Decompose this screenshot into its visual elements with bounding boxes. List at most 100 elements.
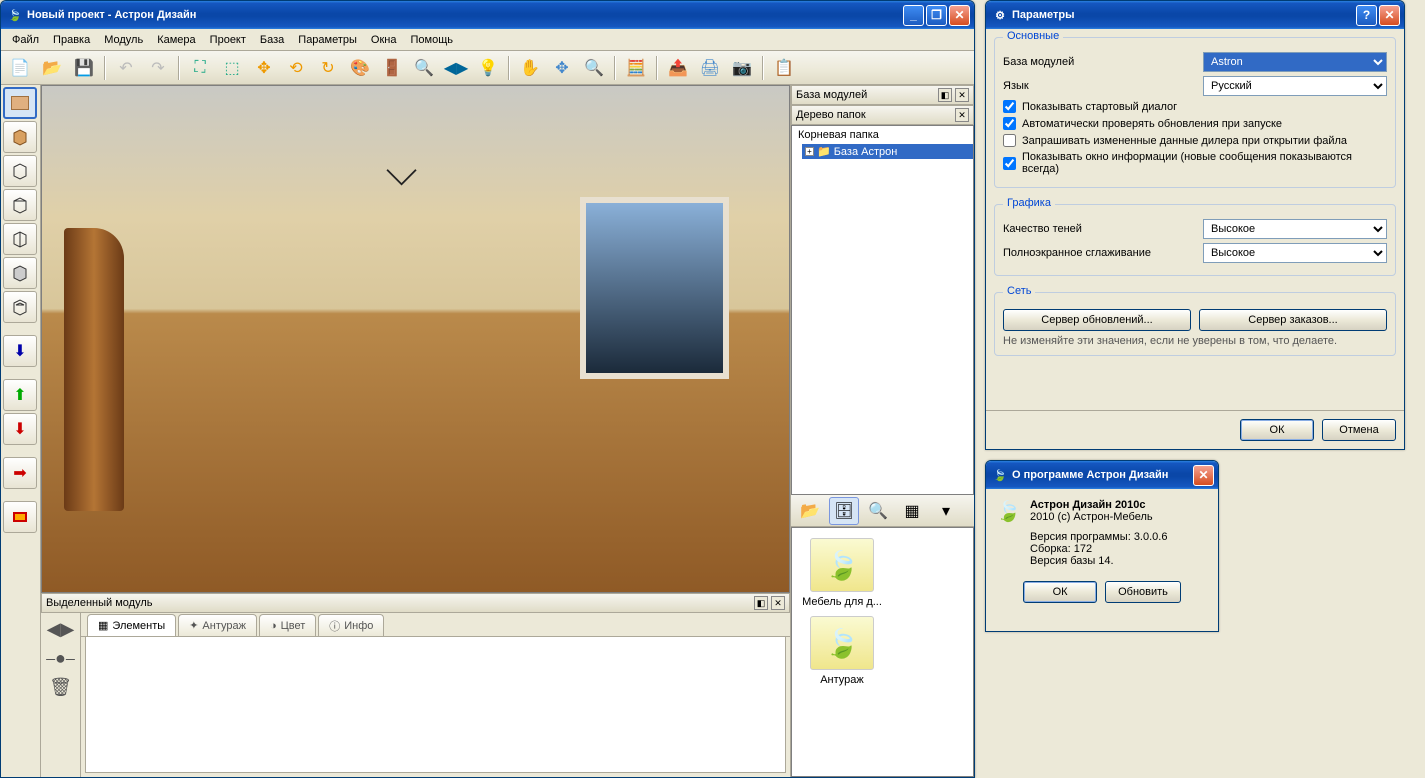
thumbnail-pane[interactable]: 🍃 Мебель для д... 🍃 Антураж bbox=[791, 527, 974, 777]
tool-orbit[interactable]: ✥ bbox=[547, 54, 577, 82]
more-icon[interactable]: ▾ bbox=[931, 497, 961, 525]
about-refresh-button[interactable]: Обновить bbox=[1105, 581, 1181, 603]
order-server-button[interactable]: Сервер заказов... bbox=[1199, 309, 1387, 331]
tool-zoom[interactable]: 🔍 bbox=[579, 54, 609, 82]
panel-close-icon[interactable]: ✕ bbox=[771, 596, 785, 610]
star-icon: ✦ bbox=[189, 619, 198, 632]
tool-report[interactable]: 📋 bbox=[769, 54, 799, 82]
lang-select[interactable]: Русский bbox=[1203, 76, 1387, 96]
maximize-button[interactable]: ❐ bbox=[926, 5, 947, 26]
main-titlebar[interactable]: 🍃 Новый проект - Астрон Дизайн _ ❐ ✕ bbox=[1, 1, 974, 29]
tool-fit[interactable]: ⛶ bbox=[185, 54, 215, 82]
tool-color[interactable]: 🎨 bbox=[345, 54, 375, 82]
tool-light[interactable]: 💡 bbox=[473, 54, 503, 82]
tool-open[interactable]: 📂 bbox=[37, 54, 67, 82]
tool-mirror[interactable]: ◀▶ bbox=[441, 54, 471, 82]
thumbnail-item[interactable]: 🍃 Мебель для д... bbox=[802, 538, 882, 608]
tool-calc[interactable]: 🧮 bbox=[621, 54, 651, 82]
tool-print[interactable]: 🖨 bbox=[695, 54, 725, 82]
lt-box-wire2[interactable] bbox=[3, 189, 37, 221]
lt-box-open[interactable] bbox=[3, 291, 37, 323]
info-icon: ⓘ bbox=[329, 618, 340, 634]
group-basic: Основные База модулей Astron Язык Русски… bbox=[994, 37, 1396, 188]
panel-dock-icon[interactable]: ◧ bbox=[754, 596, 768, 610]
menu-windows[interactable]: Окна bbox=[364, 32, 404, 48]
view-grid-icon[interactable]: ▦ bbox=[897, 497, 927, 525]
minimize-button[interactable]: _ bbox=[903, 5, 924, 26]
about-window: 🍃 О программе Астрон Дизайн ✕ 🍃 Астрон Д… bbox=[985, 460, 1219, 632]
lt-box-wire1[interactable] bbox=[3, 155, 37, 187]
tab-info[interactable]: ⓘИнфо bbox=[318, 614, 384, 636]
close-button[interactable]: ✕ bbox=[1379, 5, 1400, 26]
chk-start-dialog[interactable] bbox=[1003, 100, 1016, 113]
lt-wall[interactable] bbox=[3, 87, 37, 119]
tool-move[interactable]: ✥ bbox=[249, 54, 279, 82]
3d-viewport[interactable]: ⌵ bbox=[41, 85, 790, 593]
panel-close-icon[interactable]: ✕ bbox=[955, 88, 969, 102]
tool-export[interactable]: 📤 bbox=[663, 54, 693, 82]
tool-undo[interactable]: ↶ bbox=[111, 54, 141, 82]
main-title: Новый проект - Астрон Дизайн bbox=[27, 9, 196, 21]
tree-node[interactable]: + 📁 База Астрон bbox=[802, 144, 973, 159]
tab-color[interactable]: ◑Цвет bbox=[259, 614, 316, 636]
params-ok-button[interactable]: ОК bbox=[1240, 419, 1314, 441]
tool-rotate90[interactable]: ⟲ bbox=[281, 54, 311, 82]
tab-elements[interactable]: ▦Элементы bbox=[87, 614, 176, 636]
trash-icon[interactable]: 🗑 bbox=[49, 677, 72, 698]
flip-horizontal-icon[interactable]: ◀▶ bbox=[47, 619, 75, 640]
chk-dealer-data[interactable] bbox=[1003, 134, 1016, 147]
up-folder-icon[interactable]: 📂 bbox=[795, 497, 825, 525]
aa-select[interactable]: Высокое bbox=[1203, 243, 1387, 263]
menu-module[interactable]: Модуль bbox=[97, 32, 150, 48]
folder-tree[interactable]: Корневая папка + 📁 База Астрон bbox=[791, 125, 974, 495]
panel-close-icon[interactable]: ✕ bbox=[955, 108, 969, 122]
chk-info-window[interactable] bbox=[1003, 157, 1016, 170]
selected-module-title: Выделенный модуль bbox=[46, 597, 152, 609]
params-cancel-button[interactable]: Отмена bbox=[1322, 419, 1396, 441]
lt-arrow-right[interactable]: ➡ bbox=[3, 457, 37, 489]
module-base-select[interactable]: Astron bbox=[1203, 52, 1387, 72]
lt-add[interactable]: ⬆ bbox=[3, 379, 37, 411]
search-icon[interactable]: 🔍 bbox=[863, 497, 893, 525]
about-build: Сборка: 172 bbox=[1030, 543, 1208, 555]
view-large-icon[interactable]: 🗄 bbox=[829, 497, 859, 525]
lt-box-side[interactable] bbox=[3, 257, 37, 289]
tool-redo[interactable]: ↷ bbox=[143, 54, 173, 82]
slider-icon[interactable]: ⎯●⎯ bbox=[46, 648, 75, 669]
menu-camera[interactable]: Камера bbox=[150, 32, 202, 48]
params-titlebar[interactable]: ⚙ Параметры ? ✕ bbox=[986, 1, 1404, 29]
menu-parameters[interactable]: Параметры bbox=[291, 32, 364, 48]
shadow-select[interactable]: Высокое bbox=[1203, 219, 1387, 239]
tool-save[interactable]: 💾 bbox=[69, 54, 99, 82]
help-button[interactable]: ? bbox=[1356, 5, 1377, 26]
lt-square[interactable] bbox=[3, 501, 37, 533]
menu-base[interactable]: База bbox=[253, 32, 291, 48]
update-server-button[interactable]: Сервер обновлений... bbox=[1003, 309, 1191, 331]
lt-remove[interactable]: ⬇ bbox=[3, 413, 37, 445]
panel-dock-icon[interactable]: ◧ bbox=[938, 88, 952, 102]
chk-auto-updates[interactable] bbox=[1003, 117, 1016, 130]
tool-new[interactable]: 📄 bbox=[5, 54, 35, 82]
chk-start-label: Показывать стартовый диалог bbox=[1022, 101, 1177, 113]
menu-project[interactable]: Проект bbox=[203, 32, 253, 48]
close-button[interactable]: ✕ bbox=[949, 5, 970, 26]
menu-help[interactable]: Помощь bbox=[403, 32, 460, 48]
tool-snapshot[interactable]: 📷 bbox=[727, 54, 757, 82]
thumbnail-item[interactable]: 🍃 Антураж bbox=[802, 616, 882, 686]
lt-box-wire3[interactable] bbox=[3, 223, 37, 255]
about-titlebar[interactable]: 🍃 О программе Астрон Дизайн ✕ bbox=[986, 461, 1218, 489]
close-button[interactable]: ✕ bbox=[1193, 465, 1214, 486]
tool-measure[interactable]: 🔍 bbox=[409, 54, 439, 82]
tool-door[interactable]: 🚪 bbox=[377, 54, 407, 82]
menu-file[interactable]: Файл bbox=[5, 32, 46, 48]
lt-arrow-down[interactable]: ⬇ bbox=[3, 335, 37, 367]
menu-edit[interactable]: Правка bbox=[46, 32, 97, 48]
tool-select[interactable]: ⬚ bbox=[217, 54, 247, 82]
expand-icon[interactable]: + bbox=[805, 147, 814, 156]
tab-entourage[interactable]: ✦Антураж bbox=[178, 614, 257, 636]
lt-box-solid[interactable] bbox=[3, 121, 37, 153]
tool-pan[interactable]: ✋ bbox=[515, 54, 545, 82]
separator bbox=[656, 56, 658, 80]
tool-rotate[interactable]: ↻ bbox=[313, 54, 343, 82]
about-ok-button[interactable]: ОК bbox=[1023, 581, 1097, 603]
